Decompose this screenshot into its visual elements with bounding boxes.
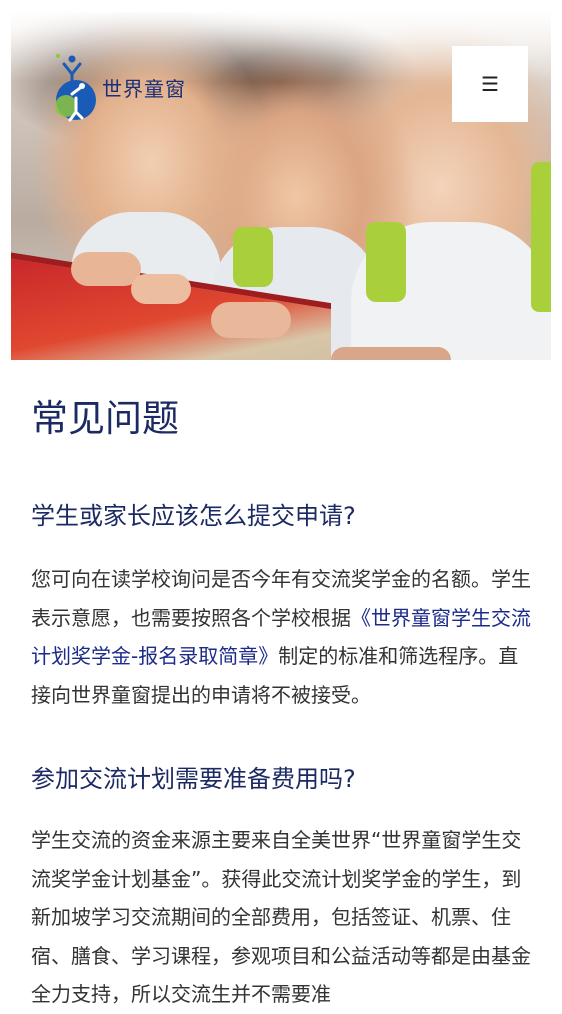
logo-text: 世界童窗 bbox=[102, 76, 186, 101]
hero-figure bbox=[233, 227, 273, 287]
hero-figure bbox=[131, 274, 191, 304]
menu-button[interactable]: ☰ bbox=[452, 46, 528, 122]
faq-question-2: 参加交流计划需要准备费用吗? bbox=[31, 765, 356, 794]
page-title: 常见问题 bbox=[31, 397, 179, 440]
faq-answer-2: 学生交流的资金来源主要来自全美世界“世界童窗学生交流奖学金计划基金”。获得此交流… bbox=[31, 828, 531, 1007]
menu-icon: ☰ bbox=[481, 73, 499, 96]
hero-figure bbox=[71, 252, 141, 286]
logo-icon bbox=[52, 50, 96, 124]
faq-section: 常见问题 学生或家长应该怎么提交申请? 您可向在读学校询问是否今年有交流奖学金的… bbox=[31, 395, 536, 1014]
hero-figure bbox=[331, 347, 451, 360]
hero-figure bbox=[211, 302, 291, 338]
hero-figure bbox=[531, 162, 551, 312]
faq-answer-1: 您可向在读学校询问是否今年有交流奖学金的名额。学生表示意愿，也需要按照各个学校根… bbox=[31, 560, 536, 714]
faq-question-1: 学生或家长应该怎么提交申请? bbox=[31, 502, 356, 531]
hero-figure bbox=[366, 222, 406, 302]
site-logo[interactable]: 世界童窗 bbox=[52, 50, 186, 124]
